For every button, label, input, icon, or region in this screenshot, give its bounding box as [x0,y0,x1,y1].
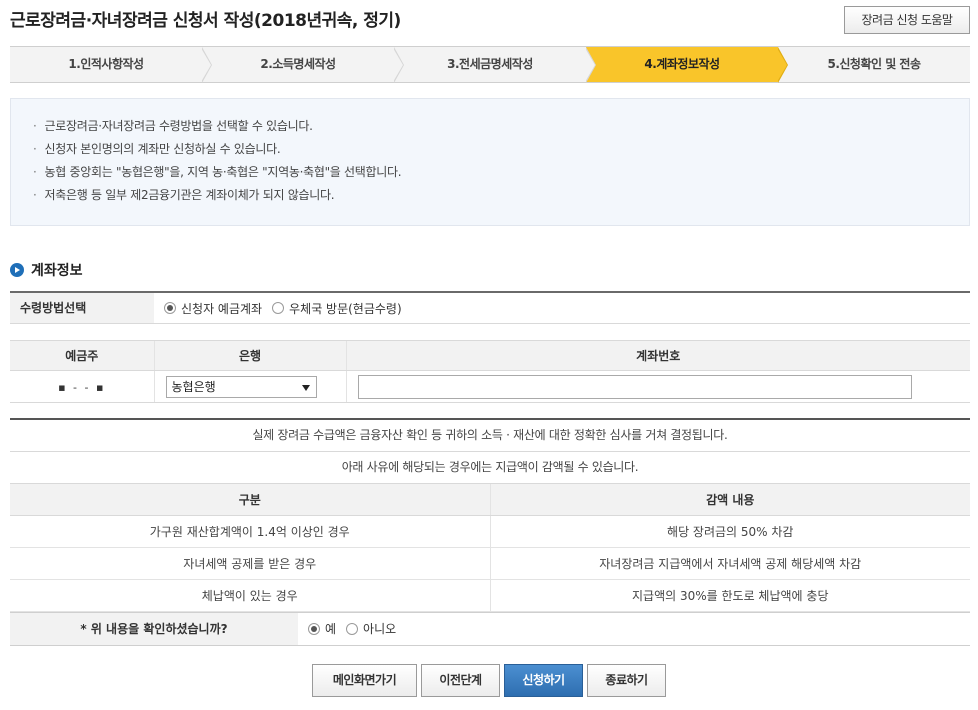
radio-unchecked-icon[interactable] [272,302,285,314]
step-bar: 1.인적사항작성 2.소득명세작성 3.전세금명세작성 4.계좌정보작성 5.신… [10,46,970,83]
section-title: 계좌정보 [10,260,83,280]
account-table: 예금주 은행 계좌번호 ▪ - - ▪ 농협은행 [10,340,970,403]
notice-section: 실제 장려금 수급액은 금융자산 확인 등 귀하의 소득 · 재산에 대한 정확… [10,418,970,646]
apply-button[interactable]: 신청하기 [504,664,583,697]
account-number-input[interactable] [357,374,912,399]
header-category: 구분 [10,484,490,516]
exit-button[interactable]: 종료하기 [587,664,666,697]
method-row: 수령방법선택 신청자 예금계좌 우체국 방문(현금수령) [10,291,970,324]
bottom-buttons: 메인화면가기 이전단계 신청하기 종료하기 [0,664,978,697]
step-4-label: 4.계좌정보작성 [644,57,720,71]
radio-bank-account[interactable]: 신청자 예금계좌 [164,300,262,317]
page-title: 근로장려금·자녀장려금 신청서 작성(2018년귀속, 정기) [10,11,401,31]
header-owner: 예금주 [10,340,154,371]
owner-name-masked: ▪ - - ▪ [58,380,106,394]
table-cell: 자녀세액 공제를 받은 경우 [10,547,490,580]
notice-line-2: 아래 사유에 해당되는 경우에는 지급액이 감액될 수 있습니다. [10,452,970,484]
table-cell: 가구원 재산합계액이 1.4억 이상인 경우 [10,515,490,548]
radio-confirm-yes[interactable]: 예 [308,620,336,637]
radio-post-office[interactable]: 우체국 방문(현금수령) [272,300,402,317]
radio-confirm-yes-label: 예 [325,622,337,636]
radio-checked-icon[interactable] [308,622,320,635]
section-bullet-icon [10,263,24,277]
table-cell: 체납액이 있는 경우 [10,579,490,612]
step-4-active: 4.계좌정보작성 [586,47,788,83]
step-5-label: 5.신청확인 및 전송 [827,57,921,71]
header-bank: 은행 [153,340,346,371]
step-1: 1.인적사항작성 [10,47,212,83]
info-item: 농협 중앙회는 "농협은행"을, 지역 농·축협은 "지역농·축협"을 선택합니… [33,161,969,184]
bank-select[interactable]: 농협은행 [165,375,317,398]
confirm-row: * 위 내용을 확인하셨습니까? 예 아니오 [10,611,970,646]
step-3-label: 3.전세금명세작성 [447,57,533,71]
radio-confirm-no[interactable]: 아니오 [346,620,396,637]
radio-confirm-no-label: 아니오 [363,622,397,636]
step-5: 5.신청확인 및 전송 [778,47,970,82]
table-cell: 지급액의 30%를 한도로 체납액에 충당 [489,579,970,612]
main-page-button[interactable]: 메인화면가기 [312,664,417,697]
step-arrow-icon [201,47,212,83]
table-row: 체납액이 있는 경우 지급액의 30%를 한도로 체납액에 충당 [10,579,970,612]
step-arrow-icon [393,47,404,83]
info-item: 신청자 본인명의의 계좌만 신청하실 수 있습니다. [33,138,969,161]
step-2-label: 2.소득명세작성 [260,57,336,71]
notice-line-1: 실제 장려금 수급액은 금융자산 확인 등 귀하의 소득 · 재산에 대한 정확… [10,420,970,452]
step-3: 3.전세금명세작성 [394,47,596,83]
confirm-question: * 위 내용을 확인하셨습니까? [10,612,298,645]
table-cell: 해당 장려금의 50% 차감 [489,515,970,548]
info-item: 근로장려금·자녀장려금 수령방법을 선택할 수 있습니다. [33,115,969,138]
header-account-number: 계좌번호 [345,340,970,371]
step-2: 2.소득명세작성 [202,47,404,83]
table-cell: 자녀장려금 지급액에서 자녀세액 공제 해당세액 차감 [489,547,970,580]
table-row: 자녀세액 공제를 받은 경우 자녀장려금 지급액에서 자녀세액 공제 해당세액 … [10,547,970,580]
info-item: 저축은행 등 일부 제2금융기관은 계좌이체가 되지 않습니다. [33,184,969,207]
bank-select-value: 농협은행 [171,379,216,394]
step-arrow-icon [585,47,596,83]
radio-unchecked-icon[interactable] [346,622,359,635]
help-button[interactable]: 장려금 신청 도움말 [844,6,970,34]
radio-post-office-label: 우체국 방문(현금수령) [289,301,402,316]
step-1-label: 1.인적사항작성 [68,57,144,71]
method-label: 수령방법선택 [10,293,154,323]
chevron-down-icon [301,384,310,391]
reduction-table: 구분 감액 내용 가구원 재산합계액이 1.4억 이상인 경우 해당 장려금의 … [10,484,970,612]
radio-bank-account-label: 신청자 예금계좌 [181,301,263,316]
previous-step-button[interactable]: 이전단계 [421,664,500,697]
info-box: 근로장려금·자녀장려금 수령방법을 선택할 수 있습니다. 신청자 본인명의의 … [10,98,970,226]
table-row: 가구원 재산합계액이 1.4억 이상인 경우 해당 장려금의 50% 차감 [10,515,970,548]
header-reduction: 감액 내용 [489,484,970,516]
step-arrow-icon [777,47,788,83]
radio-checked-icon[interactable] [164,302,176,314]
section-title-text: 계좌정보 [31,263,83,279]
